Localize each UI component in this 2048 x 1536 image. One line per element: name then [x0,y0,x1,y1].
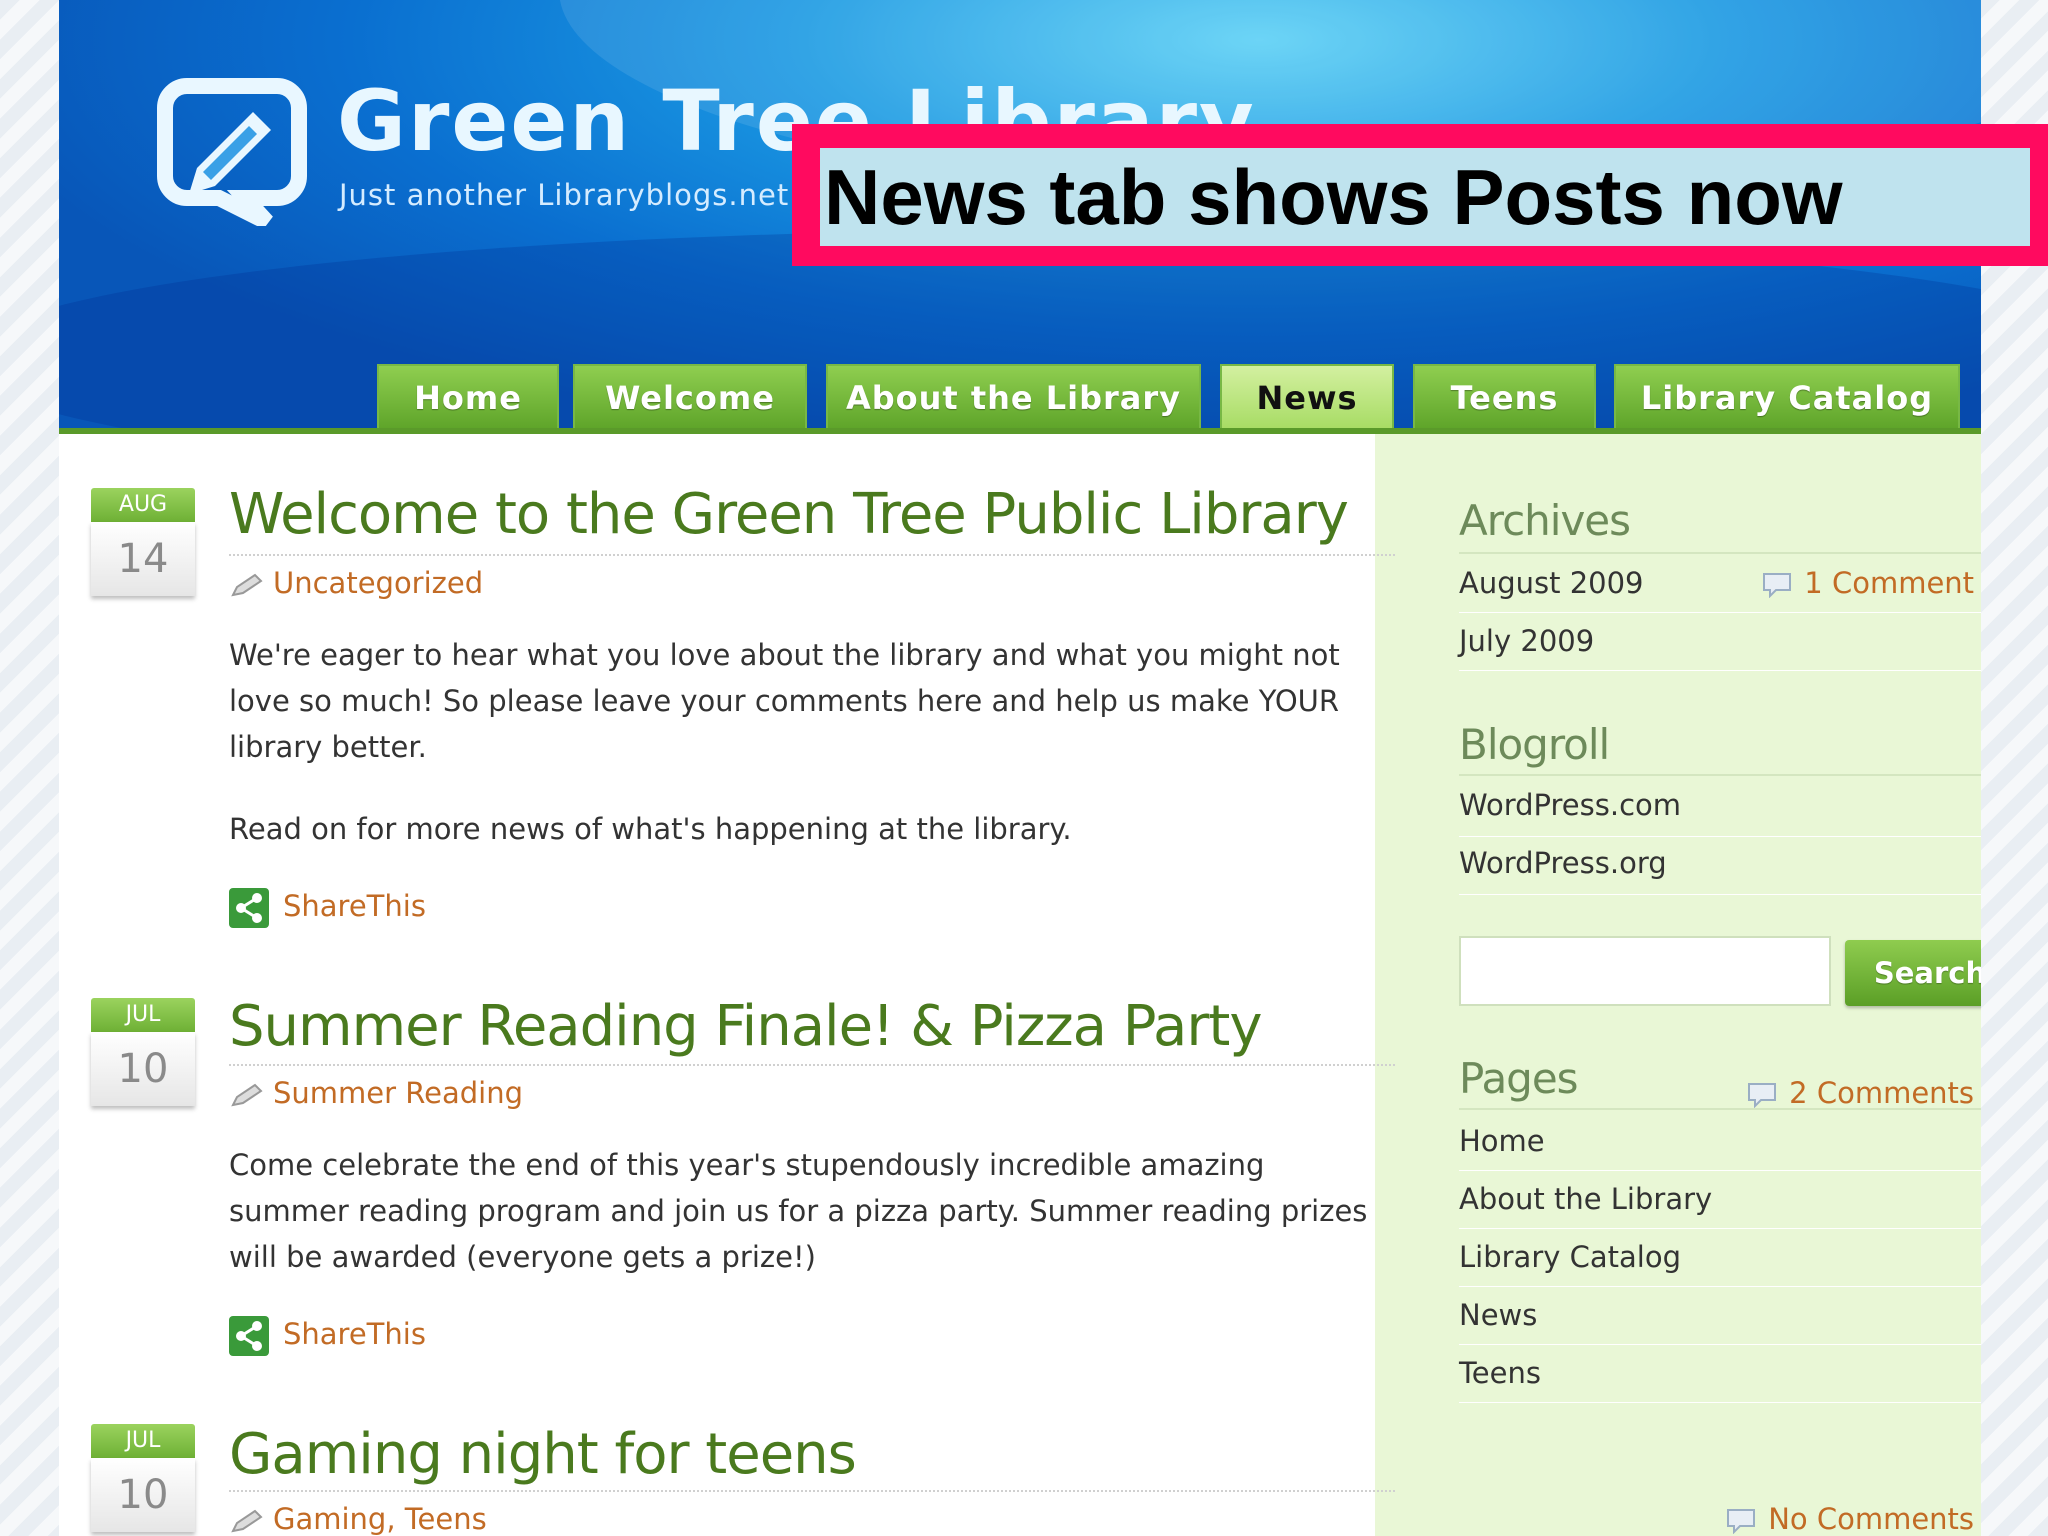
pencil-icon [231,573,263,597]
site-tagline: Just another Libraryblogs.net [339,178,790,212]
pages-link-teens[interactable]: Teens [1459,1356,1541,1390]
pages-link-about-the-library[interactable]: About the Library [1459,1182,1712,1216]
divider [229,1064,1395,1066]
annotation-callout: News tab shows Posts now [792,124,2048,266]
post-category-label[interactable]: Gaming, Teens [273,1502,487,1536]
post-comments-link[interactable]: No Comments » [1726,1502,1981,1536]
share-label[interactable]: ShareThis [283,1317,426,1351]
post-comments-label[interactable]: No Comments » [1768,1502,1981,1536]
divider [1459,1108,1981,1110]
post-day: 14 [91,522,195,596]
comment-icon [1727,1509,1756,1534]
comment-icon [1748,1083,1777,1108]
divider [1459,552,1981,554]
post-date: JUL 10 [91,998,195,1106]
post-comments-link[interactable]: 1 Comment » [1762,566,1981,600]
pages-link-home[interactable]: Home [1459,1124,1545,1158]
speech-bubble-pencil-icon[interactable] [157,76,307,226]
tab-news[interactable]: News [1220,364,1394,428]
pages-link-library-catalog[interactable]: Library Catalog [1459,1240,1681,1274]
post-category-label[interactable]: Uncategorized [273,566,483,600]
blogroll-link-wordpress-com[interactable]: WordPress.com [1459,788,1681,822]
tab-home[interactable]: Home [377,364,559,428]
post-category[interactable]: Gaming, Teens [229,1502,487,1536]
post-month: AUG [91,488,195,522]
divider [1459,612,1981,613]
post-title[interactable]: Gaming night for teens [229,1422,857,1487]
share-link[interactable]: ShareThis [229,1316,426,1356]
divider [1459,774,1981,776]
post-title[interactable]: Summer Reading Finale! & Pizza Party [229,994,1262,1059]
post-comments-link[interactable]: 2 Comments » [1747,1076,1981,1110]
widget-heading-blogroll: Blogroll [1459,720,1610,769]
post-category[interactable]: Uncategorized [229,566,483,600]
share-icon [229,888,269,928]
post-date: JUL 10 [91,1424,195,1532]
widget-heading-archives: Archives [1459,496,1631,545]
share-label[interactable]: ShareThis [283,889,426,923]
divider [1459,1286,1981,1287]
pencil-icon [231,1509,263,1533]
blogroll-link-wordpress-org[interactable]: WordPress.org [1459,846,1667,880]
post-paragraph: Read on for more news of what's happenin… [229,812,1072,846]
post-category-label[interactable]: Summer Reading [273,1076,523,1110]
post-paragraph: We're eager to hear what you love about … [229,638,1340,764]
divider [1459,1344,1981,1345]
divider [1459,894,1981,895]
post-date: AUG 14 [91,488,195,596]
tab-library-catalog[interactable]: Library Catalog [1614,364,1960,428]
pages-link-news[interactable]: News [1459,1298,1537,1332]
archive-link-july-2009[interactable]: July 2009 [1459,624,1594,658]
post-comments-label[interactable]: 2 Comments » [1789,1076,1981,1110]
divider [1459,670,1981,671]
comment-icon [1763,573,1792,598]
divider [229,554,1395,556]
post-category[interactable]: Summer Reading [229,1076,523,1110]
post-month: JUL [91,1424,195,1458]
divider [229,1490,1395,1492]
tab-about-the-library[interactable]: About the Library [826,364,1201,428]
tab-teens[interactable]: Teens [1413,364,1596,428]
share-icon [229,1316,269,1356]
post-title[interactable]: Welcome to the Green Tree Public Library [229,482,1349,547]
post-day: 10 [91,1032,195,1106]
post-comments-label[interactable]: 1 Comment » [1804,566,1981,600]
archive-link-august-2009[interactable]: August 2009 [1459,566,1644,600]
annotation-callout-inner: News tab shows Posts now [820,148,2030,246]
divider [1459,1170,1981,1171]
share-link[interactable]: ShareThis [229,888,426,928]
post-month: JUL [91,998,195,1032]
post-day: 10 [91,1458,195,1532]
tab-welcome[interactable]: Welcome [573,364,807,428]
main-nav: Home Welcome About the Library News Teen… [59,364,1981,432]
post-paragraph: Come celebrate the end of this year's st… [229,1148,1368,1274]
search-button[interactable]: Search [1845,940,1981,1006]
widget-heading-pages: Pages [1459,1054,1579,1103]
divider [1459,836,1981,837]
pencil-icon [231,1083,263,1107]
divider [1459,1402,1981,1403]
annotation-text: News tab shows Posts now [824,153,1843,241]
divider [1459,1228,1981,1229]
search-input[interactable] [1459,936,1831,1006]
